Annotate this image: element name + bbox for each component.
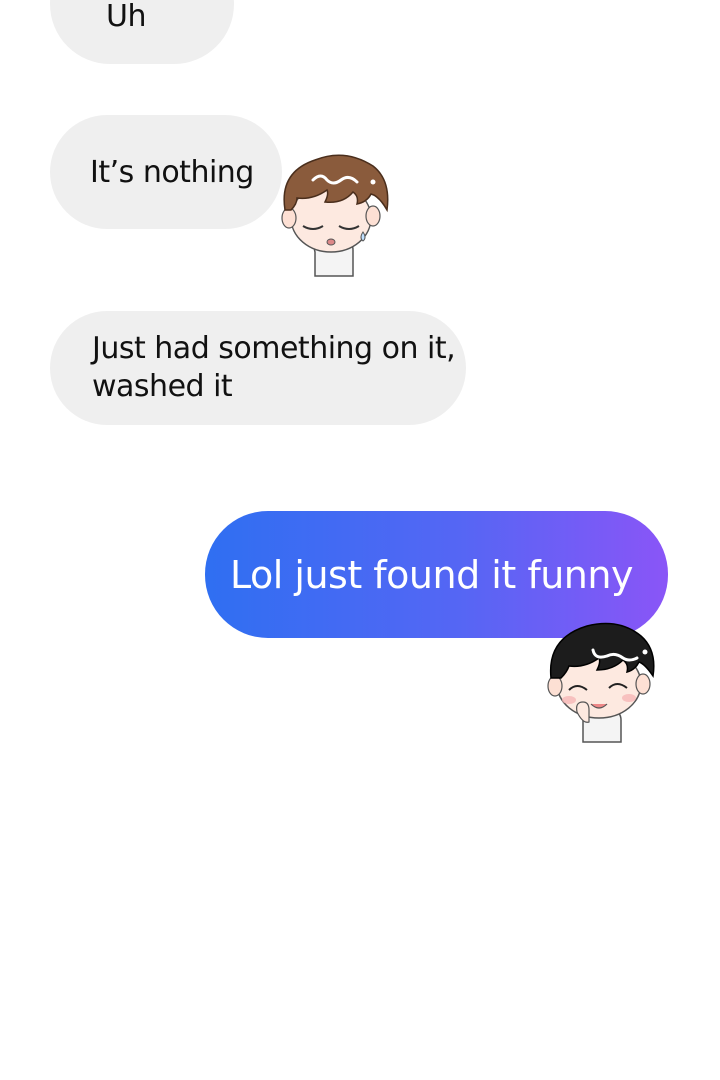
message-text-line: Just had something on it, [92,331,456,366]
message-text: Uh [106,0,146,34]
message-bubble-incoming: Just had something on it, washed it [50,311,466,425]
message-text: Lol just found it funny [230,552,633,597]
message-bubble-incoming: It’s nothing [50,115,282,229]
message-bubble-incoming: Uh [50,0,234,64]
black-hair-boy-avatar [547,622,655,743]
message-text: Just had something on it, washed it [92,330,456,406]
brown-hair-boy-avatar [281,154,389,277]
message-text: It’s nothing [90,154,254,190]
message-text-line: washed it [92,369,233,404]
chat-thread: Uh It’s nothing Just had something on it… [0,0,720,1080]
